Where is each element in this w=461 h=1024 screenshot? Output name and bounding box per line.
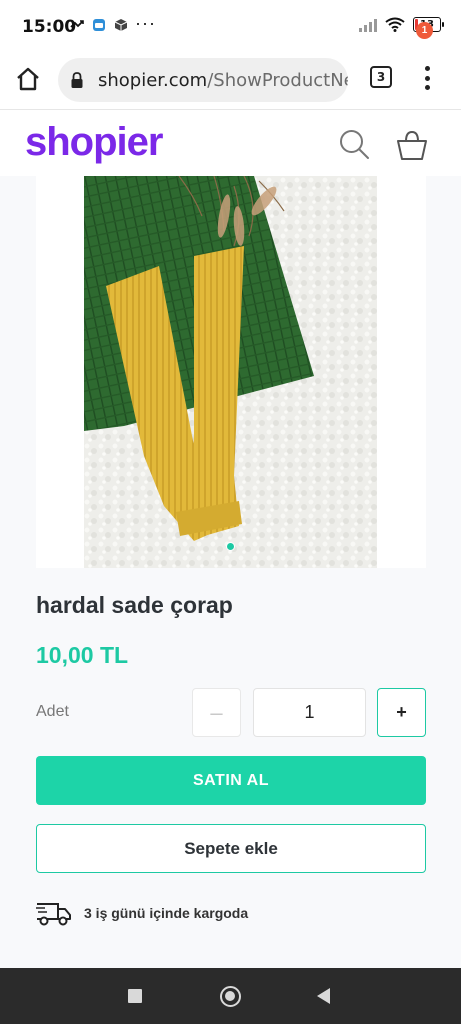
site-header: shopier [0, 110, 461, 176]
product-gallery [36, 176, 426, 568]
gallery-app-icon [93, 19, 105, 31]
truck-icon [36, 903, 71, 926]
signal-icon [359, 18, 377, 32]
search-icon[interactable] [338, 128, 370, 160]
product-title: hardal sade çorap [36, 592, 233, 618]
recent-apps-icon[interactable] [128, 989, 142, 1003]
address-bar[interactable]: shopier.com/ShowProductNe [58, 58, 348, 102]
notification-icons [70, 18, 128, 32]
more-notifications-icon: ··· [135, 13, 156, 33]
tab-switcher-button[interactable]: 3 [370, 66, 392, 88]
status-time: 15:00 [22, 17, 77, 37]
quantity-input[interactable]: 1 [253, 688, 366, 737]
gallery-indicator-dot[interactable] [226, 542, 235, 551]
status-bar: 15:00 ··· 13 [0, 0, 461, 54]
url-domain: shopier.com [98, 70, 208, 91]
buy-now-button[interactable]: SATIN AL [36, 756, 426, 805]
back-icon[interactable] [317, 988, 330, 1004]
home-icon[interactable] [14, 65, 42, 93]
shipping-info: 3 iş günü içinde kargoda [36, 898, 248, 928]
browser-menu-icon[interactable] [420, 66, 434, 90]
url-path: /ShowProductNe [207, 70, 348, 91]
browser-toolbar: shopier.com/ShowProductNe 3 [0, 54, 461, 110]
quantity-increase-button[interactable]: + [377, 688, 426, 737]
quantity-decrease-button[interactable]: – [192, 688, 241, 737]
product-photo[interactable] [84, 176, 377, 568]
system-navigation-bar [0, 968, 461, 1024]
product-price: 10,00 TL [36, 642, 129, 668]
cart-icon[interactable] [394, 128, 430, 162]
shopier-logo[interactable]: shopier [25, 120, 163, 165]
shipping-text: 3 iş günü içinde kargoda [84, 905, 249, 921]
quantity-label: Adet [36, 703, 69, 720]
add-to-cart-button[interactable]: Sepete ekle [36, 824, 426, 873]
package-icon [114, 19, 128, 31]
home-nav-icon[interactable] [220, 986, 241, 1007]
lock-icon[interactable] [70, 71, 84, 89]
cart-count-badge: 1 [416, 22, 433, 39]
url-text[interactable]: shopier.com/ShowProductNe [98, 70, 348, 91]
wifi-icon [385, 17, 405, 32]
missed-call-icon [70, 20, 84, 28]
